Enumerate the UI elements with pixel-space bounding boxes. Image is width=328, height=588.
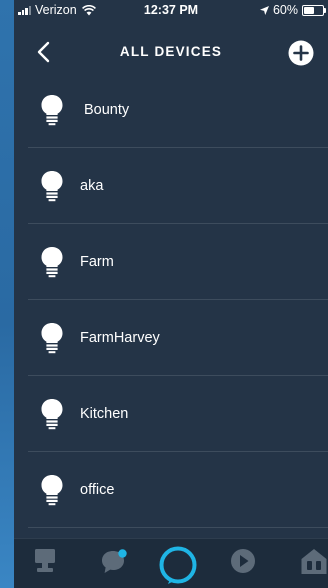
- chat-icon[interactable]: [100, 547, 130, 577]
- light-bulb-icon: [41, 399, 63, 430]
- device-label: aka: [80, 178, 104, 194]
- device-item-office[interactable]: office: [28, 452, 328, 528]
- device-item-aka[interactable]: aka: [28, 148, 328, 224]
- light-bulb-icon: [41, 323, 63, 354]
- device-label: Bounty: [84, 102, 130, 118]
- device-item-bounty[interactable]: Bounty: [28, 72, 328, 148]
- device-label: office: [80, 482, 115, 498]
- home-icon[interactable]: [34, 547, 56, 577]
- device-item-farm[interactable]: Farm: [28, 224, 328, 300]
- plus-circle-icon[interactable]: [288, 40, 314, 66]
- location-arrow-icon: [259, 5, 269, 15]
- battery-fill: [304, 6, 314, 14]
- light-bulb-icon: [41, 95, 63, 126]
- page-title: ALL DEVICES: [119, 44, 223, 59]
- light-bulb-icon: [41, 171, 63, 202]
- app-screen: Verizon 12:37 PM 60% ALL DEVICES Bounty …: [14, 0, 328, 588]
- light-bulb-icon: [41, 475, 63, 506]
- notification-dot: [118, 549, 127, 558]
- device-item-farmharvey[interactable]: FarmHarvey: [28, 300, 328, 376]
- alexa-ring-icon[interactable]: [158, 545, 198, 585]
- bottom-nav: [14, 538, 328, 588]
- device-list: Bounty aka Farm FarmHarvey Kitchen offic…: [28, 72, 328, 528]
- battery-icon: [302, 4, 326, 16]
- device-label: Farm: [80, 254, 114, 270]
- header: ALL DEVICES: [14, 36, 328, 70]
- device-label: FarmHarvey: [80, 330, 160, 346]
- light-bulb-icon: [41, 247, 63, 278]
- background-frame: [0, 0, 14, 588]
- smart-home-icon[interactable]: [300, 547, 328, 577]
- device-item-kitchen[interactable]: Kitchen: [28, 376, 328, 452]
- play-icon[interactable]: [230, 547, 256, 577]
- battery-percent: 60%: [272, 3, 298, 17]
- device-label: Kitchen: [80, 406, 129, 422]
- status-bar: Verizon 12:37 PM 60%: [14, 0, 328, 20]
